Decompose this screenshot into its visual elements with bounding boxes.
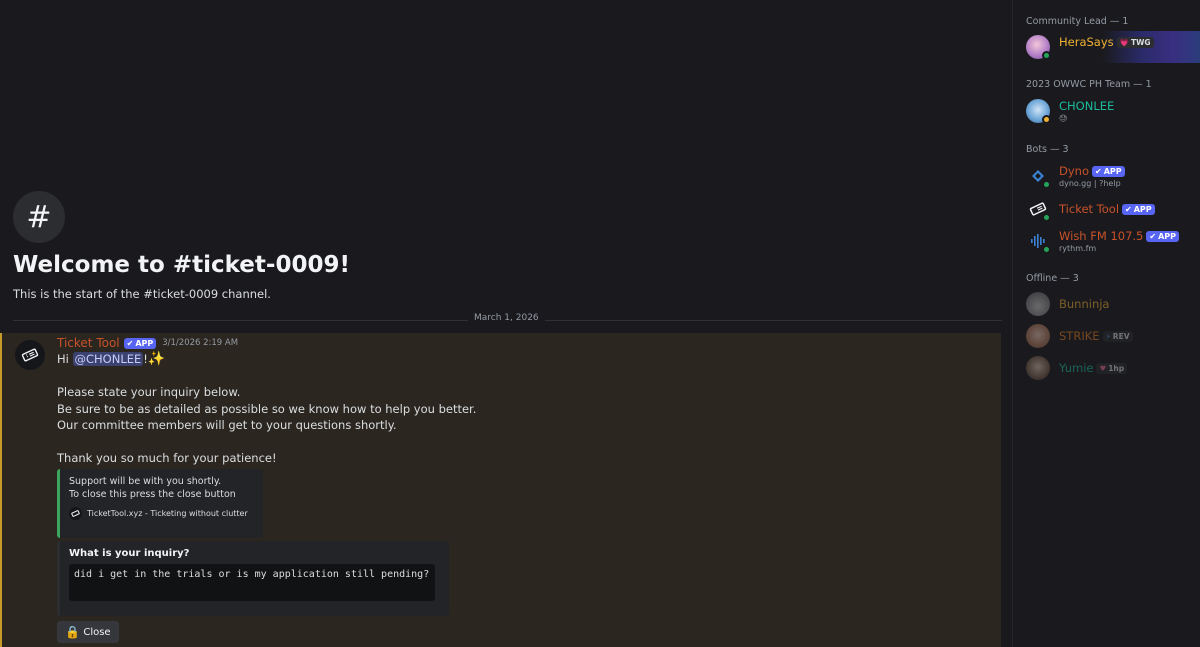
channel-hash-icon: #	[13, 191, 65, 243]
member-name: CHONLEE	[1059, 99, 1115, 113]
member-name: STRIKE ⚡ REV	[1059, 329, 1133, 343]
ticket-tool-avatar[interactable]	[15, 340, 45, 370]
message-author[interactable]: Ticket Tool	[57, 336, 120, 350]
idle-status-icon	[1042, 115, 1051, 124]
member-bunninja[interactable]: Bunninja	[1013, 288, 1200, 320]
embed-line: To close this press the close button	[69, 489, 236, 500]
greeting-line: Hi @CHONLEE !✨	[57, 351, 166, 367]
avatar	[1026, 292, 1050, 316]
inquiry-question: What is your inquiry?	[69, 548, 190, 559]
member-wish-fm[interactable]: Wish FM 107.5 ✔ APP rythm.fm	[1013, 225, 1200, 257]
member-name: Dyno ✔ APP	[1059, 164, 1125, 178]
member-list: Community Lead — 1 HeraSays 💗 TWG 2023 OW…	[1012, 0, 1200, 647]
avatar	[1026, 324, 1050, 348]
member-strike[interactable]: STRIKE ⚡ REV	[1013, 320, 1200, 352]
app-badge: ✔ APP	[1146, 230, 1179, 242]
message: Ticket Tool ✔ APP 3/1/2026 2:19 AM Hi @CH…	[0, 333, 1001, 647]
date-divider-label: March 1, 2026	[468, 313, 545, 323]
member-name: Ticket Tool ✔ APP	[1059, 202, 1155, 216]
message-body: Hi @CHONLEE !✨ Please state your inquiry …	[57, 351, 476, 467]
member-ticket-tool[interactable]: Ticket Tool ✔ APP	[1013, 193, 1200, 225]
clan-tag: ♥ 1hp	[1096, 362, 1128, 374]
lightning-icon: ⚡	[1105, 331, 1111, 341]
check-icon: ✔	[1125, 204, 1132, 214]
member-name: Wish FM 107.5 ✔ APP	[1059, 229, 1179, 243]
support-embed: Support will be with you shortly. To clo…	[57, 469, 263, 538]
group-title: Offline — 3	[1026, 273, 1079, 284]
app-badge: ✔ APP	[123, 337, 157, 349]
member-chonlee[interactable]: CHONLEE 😓	[1013, 95, 1200, 127]
group-title: Bots — 3	[1026, 144, 1069, 155]
member-herasays[interactable]: HeraSays 💗 TWG	[1013, 31, 1200, 63]
clan-tag: 💗 TWG	[1116, 36, 1154, 48]
message-timestamp: 3/1/2026 2:19 AM	[162, 338, 239, 348]
embed-footer: TicketTool.xyz - Ticketing without clutt…	[69, 507, 254, 520]
message-line: Please state your inquiry below.	[57, 385, 241, 399]
message-line: Be sure to be as detailed as possible so…	[57, 401, 477, 416]
avatar	[1026, 356, 1050, 380]
check-icon: ✔	[1095, 166, 1102, 176]
online-status-icon	[1042, 213, 1051, 222]
close-button[interactable]: 🔒 Close	[57, 621, 119, 643]
chat-area: # Welcome to #ticket-0009! This is the s…	[0, 0, 1012, 647]
embed-line: Support will be with you shortly.	[69, 476, 222, 487]
discord-app: # Welcome to #ticket-0009! This is the s…	[0, 0, 1200, 647]
message-line: Our committee members will get to your q…	[57, 418, 397, 432]
member-name: Yumie ♥ 1hp	[1059, 361, 1128, 375]
online-status-icon	[1042, 245, 1051, 254]
group-title: 2023 OWWC PH Team — 1	[1026, 79, 1152, 90]
check-icon: ✔	[126, 338, 134, 348]
welcome-title: Welcome to #ticket-0009!	[13, 252, 350, 278]
custom-status-emoji: 😓	[1059, 114, 1068, 123]
user-mention[interactable]: @CHONLEE	[72, 352, 144, 366]
ticket-icon	[69, 507, 82, 520]
close-button-label: Close	[83, 626, 111, 638]
app-badge: ✔ APP	[1122, 203, 1155, 215]
member-name: Bunninja	[1059, 297, 1110, 311]
check-icon: ✔	[1149, 231, 1157, 241]
online-status-icon	[1042, 180, 1051, 189]
app-badge: ✔ APP	[1092, 165, 1125, 177]
member-yumie[interactable]: Yumie ♥ 1hp	[1013, 352, 1200, 384]
welcome-subtitle: This is the start of the #ticket-0009 ch…	[13, 287, 271, 301]
member-name: HeraSays 💗 TWG	[1059, 35, 1154, 49]
member-activity: dyno.gg | ?help	[1059, 179, 1121, 188]
group-title: Community Lead — 1	[1026, 16, 1129, 27]
inquiry-answer-codeblock: did i get in the trials or is my applica…	[69, 564, 435, 601]
member-activity: rythm.fm	[1059, 244, 1097, 253]
message-header: Ticket Tool ✔ APP 3/1/2026 2:19 AM	[57, 336, 238, 350]
member-dyno[interactable]: Dyno ✔ APP dyno.gg | ?help	[1013, 160, 1200, 192]
clan-tag: ⚡ REV	[1102, 330, 1133, 342]
heart-icon: ♥	[1099, 363, 1107, 373]
ticket-icon	[21, 348, 39, 362]
sparkle-emoji: ✨	[147, 351, 166, 367]
heart-icon: 💗	[1119, 37, 1129, 47]
online-status-icon	[1042, 51, 1051, 60]
message-line: Thank you so much for your patience!	[57, 451, 277, 465]
inquiry-embed: What is your inquiry? did i get in the t…	[57, 541, 449, 616]
lock-icon: 🔒	[65, 625, 81, 639]
